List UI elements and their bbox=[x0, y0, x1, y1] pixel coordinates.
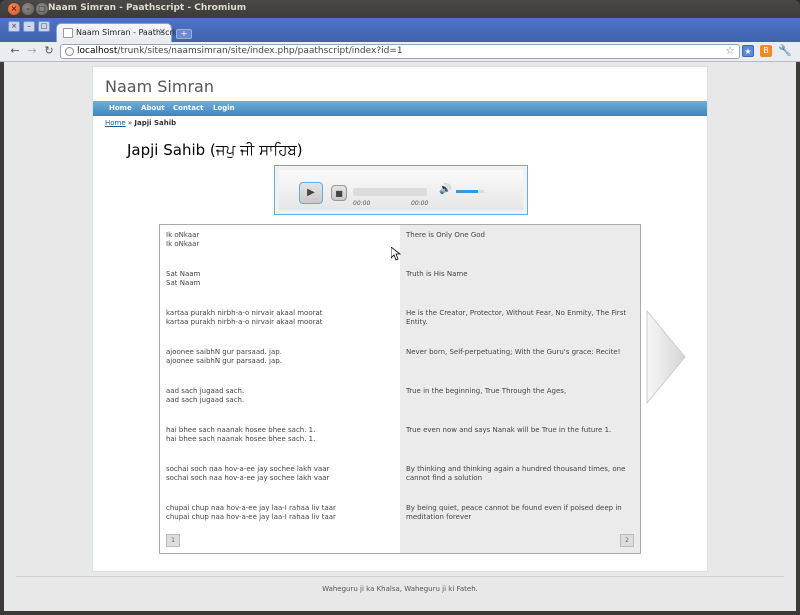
breadcrumb-home-link[interactable]: Home bbox=[105, 119, 126, 127]
new-tab-button[interactable]: + bbox=[176, 29, 192, 39]
volume-fill bbox=[456, 190, 479, 193]
seek-bar[interactable] bbox=[353, 188, 427, 196]
audio-player-body: ▶ ■ 00:00 00:00 🔊 bbox=[279, 170, 523, 210]
blogger-icon[interactable]: B bbox=[760, 45, 772, 57]
site-title: Naam Simran bbox=[105, 77, 214, 96]
prev-page-button[interactable]: 1 bbox=[166, 534, 180, 547]
page-favicon-icon bbox=[63, 28, 73, 38]
transliteration-text: Sat Naam bbox=[166, 279, 201, 287]
url-text[interactable]: localhost/trunk/sites/naamsimran/site/in… bbox=[77, 46, 403, 56]
close-window-icon[interactable]: × bbox=[8, 21, 20, 32]
transliteration-text: aad sach jugaad sach. bbox=[166, 396, 245, 404]
breadcrumb: Home » Japji Sahib bbox=[105, 119, 176, 127]
browser-window: × – □ Naam Simran - Paathscript - Chromi… bbox=[0, 0, 800, 615]
menu-contact[interactable]: Contact bbox=[173, 104, 204, 112]
wrench-icon[interactable]: 🔧 bbox=[778, 45, 792, 57]
transliteration-text: hai bhee sach naanak hosee bhee sach. 1. bbox=[166, 435, 316, 443]
gurbani-line: kartaa purakh nirbh-a-o nirvair akaal mo… bbox=[166, 309, 323, 327]
gurmukhi-text: hai bhee sach naanak hosee bhee sach. 1. bbox=[166, 426, 316, 434]
gurbani-line: Ik oNkaar Ik oNkaar bbox=[166, 231, 199, 249]
transliteration-text: ajoonee saibhN gur parsaad. jap. bbox=[166, 357, 282, 365]
footer-text: Waheguru ji ka Khalsa, Waheguru ji ki Fa… bbox=[322, 585, 478, 593]
gurbani-line: sochai soch naa hov-a-ee jay sochee lakh… bbox=[166, 465, 329, 483]
mouse-cursor-icon bbox=[391, 247, 401, 261]
reload-icon[interactable]: ↻ bbox=[42, 44, 56, 58]
transliteration-text: sochai soch naa hov-a-ee jay sochee lakh… bbox=[166, 474, 330, 482]
gurmukhi-text: Sat Naam bbox=[166, 270, 201, 278]
gurbani-line: Sat Naam Sat Naam bbox=[166, 270, 200, 288]
translation-text: By thinking and thinking again a hundred… bbox=[406, 465, 626, 482]
current-time: 00:00 bbox=[353, 200, 371, 207]
tab-strip: × – □ Naam Simran - Paathscript × + bbox=[0, 18, 800, 42]
gurmukhi-text: sochai soch naa hov-a-ee jay sochee lakh… bbox=[166, 465, 330, 473]
play-button[interactable]: ▶ bbox=[299, 182, 323, 204]
duration-time: 00:00 bbox=[411, 200, 429, 207]
gurmukhi-text: Ik oNkaar bbox=[166, 231, 200, 239]
bookmark-star-icon[interactable]: ☆ bbox=[725, 44, 735, 57]
menu-home[interactable]: Home bbox=[109, 104, 132, 112]
page-viewport: Naam Simran Home About Contact Login Hom… bbox=[4, 62, 796, 611]
stop-button[interactable]: ■ bbox=[331, 185, 347, 201]
forward-arrow-icon[interactable]: → bbox=[25, 44, 39, 58]
restore-window-icon[interactable]: □ bbox=[38, 21, 50, 32]
window-title: Naam Simran - Paathscript - Chromium bbox=[48, 3, 247, 13]
gurmukhi-text: chupai chup naa hov-a-ee jay laa-I rahaa… bbox=[166, 504, 336, 512]
window-maximize-button[interactable]: □ bbox=[36, 3, 48, 15]
translation-text: True even now and says Nanak will be Tru… bbox=[406, 426, 612, 434]
gurbani-line: chupai chup naa hov-a-ee jay laa-I rahaa… bbox=[166, 504, 336, 522]
extension-icon[interactable]: ★ bbox=[742, 45, 754, 57]
title-bar: × – □ Naam Simran - Paathscript - Chromi… bbox=[0, 0, 800, 18]
audio-player: ▶ ■ 00:00 00:00 🔊 bbox=[274, 165, 528, 215]
menu-about[interactable]: About bbox=[141, 104, 165, 112]
next-slide-arrow-icon[interactable] bbox=[645, 307, 689, 407]
window-minimize-button[interactable]: – bbox=[22, 3, 34, 15]
translation-text: Truth is His Name bbox=[406, 270, 468, 278]
gurmukhi-text: ajoonee saibhN gur parsaad. jap. bbox=[166, 348, 282, 356]
next-page-button[interactable]: 2 bbox=[620, 534, 634, 547]
site-container: Naam Simran Home About Contact Login Hom… bbox=[92, 66, 708, 572]
breadcrumb-current: Japji Sahib bbox=[134, 119, 177, 127]
window-close-button[interactable]: × bbox=[8, 3, 20, 15]
translation-text: Never born, Self-perpetuating; With the … bbox=[406, 348, 621, 356]
footer-divider bbox=[16, 576, 784, 577]
menu-login[interactable]: Login bbox=[213, 104, 235, 112]
page-info-icon[interactable] bbox=[65, 47, 74, 56]
translation-text: True in the beginning, True Through the … bbox=[406, 387, 567, 395]
browser-toolbar: ← → ↻ localhost/trunk/sites/naamsimran/s… bbox=[0, 42, 800, 62]
back-arrow-icon[interactable]: ← bbox=[8, 44, 22, 58]
tab-strip-controls: × – □ bbox=[8, 21, 52, 37]
tab-label: Naam Simran - Paathscript bbox=[76, 28, 184, 37]
tab-close-icon[interactable]: × bbox=[158, 27, 166, 37]
transliteration-text: Ik oNkaar bbox=[166, 240, 200, 248]
gurbani-column: Ik oNkaar Ik oNkaar Sat Naam Sat Naam kartaa… bbox=[160, 225, 400, 553]
translation-text: There is Only One God bbox=[406, 231, 485, 239]
page-title: Japji Sahib (ਜਪੁ ਜੀ ਸਾਹਿਬ) bbox=[127, 141, 303, 159]
gurbani-line: aad sach jugaad sach. aad sach jugaad sac… bbox=[166, 387, 244, 405]
verse-panel: Ik oNkaar Ik oNkaar Sat Naam Sat Naam kartaa… bbox=[159, 224, 641, 554]
transliteration-text: chupai chup naa hov-a-ee jay laa-I rahaa… bbox=[166, 513, 336, 521]
address-bar[interactable]: localhost/trunk/sites/naamsimran/site/in… bbox=[60, 44, 740, 59]
gurmukhi-text: aad sach jugaad sach. bbox=[166, 387, 245, 395]
volume-icon[interactable]: 🔊 bbox=[439, 184, 451, 195]
gurbani-line: hai bhee sach naanak hosee bhee sach. 1.… bbox=[166, 426, 315, 444]
tab-naam-simran[interactable]: Naam Simran - Paathscript × bbox=[56, 23, 183, 42]
gurbani-line: ajoonee saibhN gur parsaad. jap. ajoonee … bbox=[166, 348, 282, 366]
transliteration-text: kartaa purakh nirbh-a-o nirvair akaal mo… bbox=[166, 318, 323, 326]
volume-slider[interactable] bbox=[456, 190, 484, 193]
gurmukhi-text: kartaa purakh nirbh-a-o nirvair akaal mo… bbox=[166, 309, 323, 317]
translation-text: By being quiet, peace cannot be found ev… bbox=[406, 504, 622, 521]
translation-column: There is Only One God Truth is His Name He… bbox=[400, 225, 640, 553]
translation-text: He is the Creator, Protector, Without Fe… bbox=[406, 309, 627, 326]
main-menu: Home About Contact Login bbox=[93, 101, 707, 116]
minimize-window-icon[interactable]: – bbox=[23, 21, 35, 32]
